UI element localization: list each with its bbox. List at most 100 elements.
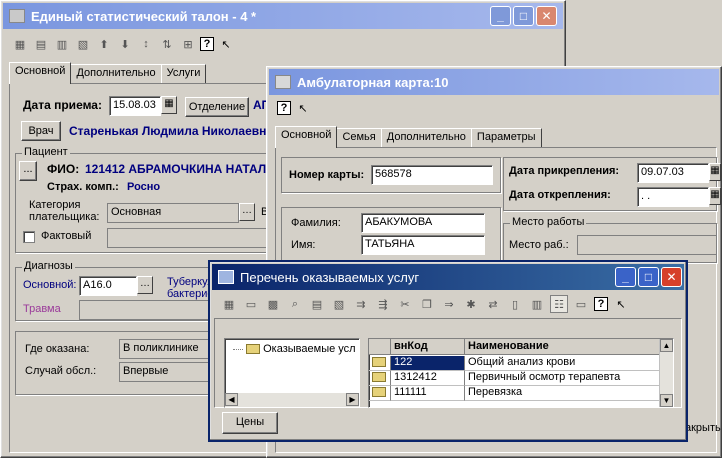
services-save-icon[interactable]: ▩ xyxy=(264,295,282,313)
services-link-icon[interactable]: ⇶ xyxy=(374,295,392,313)
sort-desc-icon[interactable]: ⇅ xyxy=(158,35,176,53)
services-help-icon[interactable]: ? xyxy=(594,297,608,311)
tab-main[interactable]: Основной xyxy=(9,62,72,84)
card-help-icon[interactable]: ? xyxy=(277,101,291,115)
services-forward-icon[interactable]: ⇒ xyxy=(440,295,458,313)
surname-field[interactable]: АБАКУМОВА xyxy=(361,213,485,233)
insurance-label: Страх. комп.: xyxy=(47,181,119,193)
table-row[interactable]: 1312412 Первичный осмотр терапевта xyxy=(369,371,661,386)
services-cut-icon[interactable]: ✂ xyxy=(396,295,414,313)
name-field[interactable]: ТАТЬЯНА xyxy=(361,235,485,255)
card-tab-family[interactable]: Семья xyxy=(336,128,382,147)
prices-button[interactable]: Цены xyxy=(222,412,278,434)
services-edit-icon[interactable]: ▤ xyxy=(308,295,326,313)
new-record-icon[interactable]: ▦ xyxy=(11,35,29,53)
workplace-group-label: Место работы xyxy=(510,216,587,228)
card-close-text[interactable]: акрыть xyxy=(685,422,721,434)
table-row[interactable]: 111111 Перевязка xyxy=(369,386,661,401)
main-diag-select-button[interactable]: … xyxy=(137,276,153,294)
grid-scroll-up[interactable]: ▲ xyxy=(660,339,673,352)
services-find-icon[interactable]: ⌕ xyxy=(286,295,304,313)
services-tree-icon[interactable]: ☷ xyxy=(550,295,568,313)
card-titlebar[interactable]: Амбулаторная карта:10 xyxy=(269,69,719,95)
tab-services[interactable]: Услуги xyxy=(160,64,207,83)
edit-record-icon[interactable]: ▤ xyxy=(32,35,50,53)
row-name: Перевязка xyxy=(465,386,661,401)
services-app-icon xyxy=(218,270,234,284)
payer-field[interactable]: Основная xyxy=(107,203,239,223)
card-tab-main[interactable]: Основной xyxy=(275,126,338,148)
card-tab-additional[interactable]: Дополнительно xyxy=(380,128,472,147)
surname-label: Фамилия: xyxy=(291,217,341,229)
doctor-value: Старенькая Людмила Николаевн xyxy=(69,124,267,138)
services-delete-icon[interactable]: ▧ xyxy=(330,295,348,313)
move-down-icon[interactable]: ⬇ xyxy=(116,35,134,53)
card-number-field[interactable]: 568578 xyxy=(371,165,493,185)
copy-record-icon[interactable]: ▥ xyxy=(53,35,71,53)
detach-label: Дата открепления: xyxy=(509,189,611,201)
card-tab-parameters[interactable]: Параметры xyxy=(470,128,542,147)
row-code: 111111 xyxy=(391,386,465,401)
payer-select-button[interactable]: … xyxy=(239,203,255,221)
card-app-icon xyxy=(275,75,291,89)
date-field[interactable]: 15.08.03 xyxy=(109,96,161,116)
services-whats-this-icon[interactable]: ↖ xyxy=(612,295,630,313)
help-icon[interactable]: ? xyxy=(200,37,214,51)
services-nav-icon[interactable]: ⇄ xyxy=(484,295,502,313)
talon-titlebar[interactable]: Единый статистический талон - 4 * _ □ ✕ xyxy=(3,3,563,29)
grid-header-name[interactable]: Наименование xyxy=(465,339,661,355)
detach-field[interactable]: . . xyxy=(637,187,709,207)
tree-scroll-left[interactable]: ◀ xyxy=(225,393,238,406)
attach-field[interactable]: 09.07.03 xyxy=(637,163,709,183)
workplace-field[interactable] xyxy=(577,235,717,255)
table-row[interactable]: 122 Общий анализ крови xyxy=(369,356,661,371)
tab-additional[interactable]: Дополнительно xyxy=(70,64,162,83)
services-minimize-button[interactable]: _ xyxy=(615,267,636,287)
tree-hscroll[interactable]: ◀ ▶ xyxy=(225,393,359,407)
services-grid[interactable]: внКод Наименование 122 Общий анализ кров… xyxy=(368,338,674,408)
actual-field[interactable] xyxy=(107,228,277,248)
tree-scroll-right[interactable]: ▶ xyxy=(346,393,359,406)
fio-label: ФИО: xyxy=(47,162,80,176)
talon-title: Единый статистический талон - 4 * xyxy=(31,8,257,24)
main-diag-field[interactable]: A16.0 xyxy=(79,276,137,296)
detach-calendar-button[interactable]: ▦ xyxy=(709,187,721,205)
calendar-button[interactable]: ▦ xyxy=(161,96,177,114)
sort-asc-icon[interactable]: ↕ xyxy=(137,35,155,53)
services-copy-icon[interactable]: ❐ xyxy=(418,295,436,313)
tree-item[interactable]: Оказываемые усл xyxy=(233,343,356,355)
attach-label: Дата прикрепления: xyxy=(509,165,620,177)
app-icon xyxy=(9,9,25,23)
card-whats-this-icon[interactable]: ↖ xyxy=(294,99,312,117)
services-new-icon[interactable]: ▦ xyxy=(220,295,238,313)
doctor-button[interactable]: Врач xyxy=(21,121,61,141)
attach-calendar-button[interactable]: ▦ xyxy=(709,163,721,181)
close-button[interactable]: ✕ xyxy=(536,6,557,26)
services-titlebar[interactable]: Перечень оказываемых услуг _ □ ✕ xyxy=(212,264,684,290)
actual-checkbox[interactable] xyxy=(23,231,35,243)
services-doc-icon[interactable]: ▯ xyxy=(506,295,524,313)
services-move-icon[interactable]: ⇉ xyxy=(352,295,370,313)
where-label: Где оказана: xyxy=(25,343,90,355)
minimize-button[interactable]: _ xyxy=(490,6,511,26)
services-monitor-icon[interactable]: ▭ xyxy=(572,295,590,313)
maximize-button[interactable]: □ xyxy=(513,6,534,26)
services-tool-icon[interactable]: ✱ xyxy=(462,295,480,313)
whats-this-icon[interactable]: ↖ xyxy=(217,35,235,53)
trauma-label: Травма xyxy=(23,303,61,315)
delete-record-icon[interactable]: ▧ xyxy=(74,35,92,53)
services-report-icon[interactable]: ▥ xyxy=(528,295,546,313)
grid-vscroll[interactable]: ▲ ▼ xyxy=(659,339,673,407)
actual-label: Фактовый xyxy=(41,230,92,242)
services-tree[interactable]: Оказываемые усл ◀ ▶ xyxy=(224,338,360,408)
department-button[interactable]: Отделение xyxy=(185,97,249,117)
services-window: Перечень оказываемых услуг _ □ ✕ ▦ ▭ ▩ ⌕… xyxy=(208,260,688,442)
grid-scroll-down[interactable]: ▼ xyxy=(660,394,673,407)
services-close-button[interactable]: ✕ xyxy=(661,267,682,287)
move-up-icon[interactable]: ⬆ xyxy=(95,35,113,53)
grid-header-code[interactable]: внКод xyxy=(391,339,465,355)
patient-select-button[interactable]: ... xyxy=(19,161,37,181)
services-maximize-button[interactable]: □ xyxy=(638,267,659,287)
filter-icon[interactable]: ⊞ xyxy=(179,35,197,53)
services-folder-icon[interactable]: ▭ xyxy=(242,295,260,313)
